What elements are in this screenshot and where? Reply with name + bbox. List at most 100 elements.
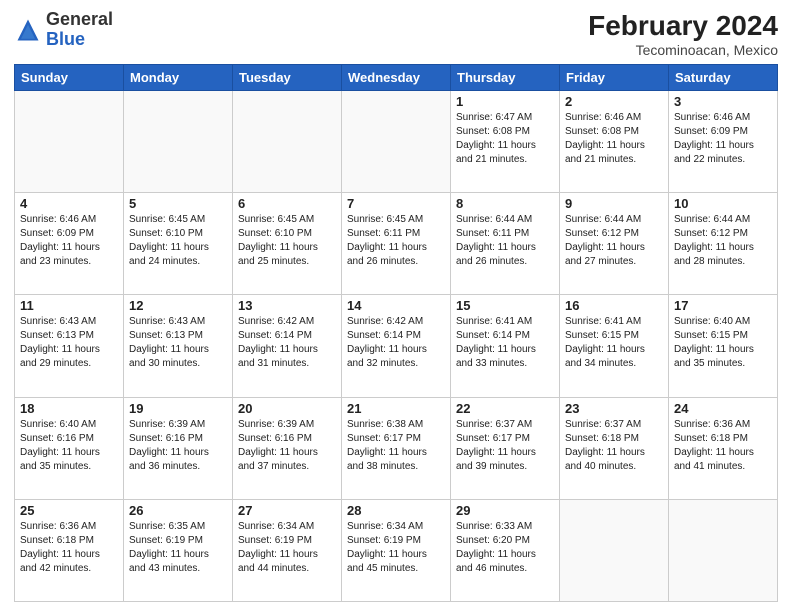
- day-number: 22: [456, 401, 554, 416]
- calendar-title: February 2024: [588, 10, 778, 42]
- day-cell: 19 Sunrise: 6:39 AMSunset: 6:16 PMDayligh…: [124, 397, 233, 499]
- day-cell: 28 Sunrise: 6:34 AMSunset: 6:19 PMDayligh…: [342, 499, 451, 601]
- day-info: Sunrise: 6:36 AMSunset: 6:18 PMDaylight:…: [20, 520, 118, 576]
- day-cell: 20 Sunrise: 6:39 AMSunset: 6:16 PMDayligh…: [233, 397, 342, 499]
- day-info: Sunrise: 6:40 AMSunset: 6:16 PMDaylight:…: [20, 418, 118, 474]
- day-cell: [560, 499, 669, 601]
- day-info: Sunrise: 6:33 AMSunset: 6:20 PMDaylight:…: [456, 520, 554, 576]
- day-info: Sunrise: 6:44 AMSunset: 6:12 PMDaylight:…: [674, 213, 772, 269]
- day-number: 20: [238, 401, 336, 416]
- day-cell: 23 Sunrise: 6:37 AMSunset: 6:18 PMDayligh…: [560, 397, 669, 499]
- day-cell: 24 Sunrise: 6:36 AMSunset: 6:18 PMDayligh…: [669, 397, 778, 499]
- col-header-sunday: Sunday: [15, 65, 124, 91]
- day-info: Sunrise: 6:35 AMSunset: 6:19 PMDaylight:…: [129, 520, 227, 576]
- day-cell: 7Sunrise: 6:45 AMSunset: 6:11 PMDaylight…: [342, 193, 451, 295]
- day-number: 27: [238, 503, 336, 518]
- day-info: Sunrise: 6:34 AMSunset: 6:19 PMDaylight:…: [347, 520, 445, 576]
- day-cell: 17 Sunrise: 6:40 AMSunset: 6:15 PMDayligh…: [669, 295, 778, 397]
- day-number: 17: [674, 298, 772, 313]
- day-cell: 15 Sunrise: 6:41 AMSunset: 6:14 PMDayligh…: [451, 295, 560, 397]
- day-info: Sunrise: 6:46 AMSunset: 6:09 PMDaylight:…: [674, 111, 772, 167]
- day-info: Sunrise: 6:43 AMSunset: 6:13 PMDaylight:…: [129, 315, 227, 371]
- day-cell: 12 Sunrise: 6:43 AMSunset: 6:13 PMDayligh…: [124, 295, 233, 397]
- day-cell: 22 Sunrise: 6:37 AMSunset: 6:17 PMDayligh…: [451, 397, 560, 499]
- day-cell: 4 Sunrise: 6:46 AMSunset: 6:09 PMDaylight…: [15, 193, 124, 295]
- day-number: 23: [565, 401, 663, 416]
- day-cell: 27Sunrise: 6:34 AMSunset: 6:19 PMDayligh…: [233, 499, 342, 601]
- day-cell: 26 Sunrise: 6:35 AMSunset: 6:19 PMDayligh…: [124, 499, 233, 601]
- day-number: 21: [347, 401, 445, 416]
- logo-blue-text: Blue: [46, 29, 85, 49]
- day-cell: 10 Sunrise: 6:44 AMSunset: 6:12 PMDayligh…: [669, 193, 778, 295]
- logo-text: General Blue: [46, 10, 113, 50]
- day-cell: 5Sunrise: 6:45 AMSunset: 6:10 PMDaylight…: [124, 193, 233, 295]
- day-info: Sunrise: 6:39 AMSunset: 6:16 PMDaylight:…: [238, 418, 336, 474]
- day-number: 14: [347, 298, 445, 313]
- col-header-friday: Friday: [560, 65, 669, 91]
- day-number: 19: [129, 401, 227, 416]
- calendar-table: SundayMondayTuesdayWednesdayThursdayFrid…: [14, 64, 778, 602]
- day-number: 4: [20, 196, 118, 211]
- day-info: Sunrise: 6:36 AMSunset: 6:18 PMDaylight:…: [674, 418, 772, 474]
- day-cell: 25 Sunrise: 6:36 AMSunset: 6:18 PMDayligh…: [15, 499, 124, 601]
- day-cell: 9Sunrise: 6:44 AMSunset: 6:12 PMDaylight…: [560, 193, 669, 295]
- day-info: Sunrise: 6:45 AMSunset: 6:10 PMDaylight:…: [129, 213, 227, 269]
- day-number: 1: [456, 94, 554, 109]
- day-number: 9: [565, 196, 663, 211]
- day-number: 6: [238, 196, 336, 211]
- day-info: Sunrise: 6:46 AMSunset: 6:08 PMDaylight:…: [565, 111, 663, 167]
- title-block: February 2024 Tecominoacan, Mexico: [588, 10, 778, 58]
- day-info: Sunrise: 6:38 AMSunset: 6:17 PMDaylight:…: [347, 418, 445, 474]
- day-cell: 29 Sunrise: 6:33 AMSunset: 6:20 PMDayligh…: [451, 499, 560, 601]
- day-info: Sunrise: 6:47 AMSunset: 6:08 PMDaylight:…: [456, 111, 554, 167]
- day-info: Sunrise: 6:41 AMSunset: 6:15 PMDaylight:…: [565, 315, 663, 371]
- day-cell: [15, 91, 124, 193]
- day-info: Sunrise: 6:46 AMSunset: 6:09 PMDaylight:…: [20, 213, 118, 269]
- day-cell: 8 Sunrise: 6:44 AMSunset: 6:11 PMDaylight…: [451, 193, 560, 295]
- day-number: 2: [565, 94, 663, 109]
- week-row-2: 11Sunrise: 6:43 AMSunset: 6:13 PMDayligh…: [15, 295, 778, 397]
- day-number: 15: [456, 298, 554, 313]
- col-header-saturday: Saturday: [669, 65, 778, 91]
- logo: General Blue: [14, 10, 113, 50]
- day-info: Sunrise: 6:37 AMSunset: 6:17 PMDaylight:…: [456, 418, 554, 474]
- col-header-tuesday: Tuesday: [233, 65, 342, 91]
- day-number: 12: [129, 298, 227, 313]
- day-info: Sunrise: 6:42 AMSunset: 6:14 PMDaylight:…: [238, 315, 336, 371]
- day-cell: 21 Sunrise: 6:38 AMSunset: 6:17 PMDayligh…: [342, 397, 451, 499]
- day-info: Sunrise: 6:44 AMSunset: 6:11 PMDaylight:…: [456, 213, 554, 269]
- day-info: Sunrise: 6:40 AMSunset: 6:15 PMDaylight:…: [674, 315, 772, 371]
- day-cell: 11Sunrise: 6:43 AMSunset: 6:13 PMDayligh…: [15, 295, 124, 397]
- week-row-0: 1 Sunrise: 6:47 AMSunset: 6:08 PMDaylight…: [15, 91, 778, 193]
- day-number: 24: [674, 401, 772, 416]
- day-number: 25: [20, 503, 118, 518]
- col-header-wednesday: Wednesday: [342, 65, 451, 91]
- day-cell: 2 Sunrise: 6:46 AMSunset: 6:08 PMDaylight…: [560, 91, 669, 193]
- day-info: Sunrise: 6:43 AMSunset: 6:13 PMDaylight:…: [20, 315, 118, 371]
- day-cell: [669, 499, 778, 601]
- day-info: Sunrise: 6:41 AMSunset: 6:14 PMDaylight:…: [456, 315, 554, 371]
- calendar-header-row: SundayMondayTuesdayWednesdayThursdayFrid…: [15, 65, 778, 91]
- day-number: 28: [347, 503, 445, 518]
- day-cell: 13Sunrise: 6:42 AMSunset: 6:14 PMDayligh…: [233, 295, 342, 397]
- day-info: Sunrise: 6:39 AMSunset: 6:16 PMDaylight:…: [129, 418, 227, 474]
- week-row-3: 18Sunrise: 6:40 AMSunset: 6:16 PMDayligh…: [15, 397, 778, 499]
- page: General Blue February 2024 Tecominoacan,…: [0, 0, 792, 612]
- day-number: 26: [129, 503, 227, 518]
- day-cell: 6 Sunrise: 6:45 AMSunset: 6:10 PMDaylight…: [233, 193, 342, 295]
- calendar-location: Tecominoacan, Mexico: [588, 42, 778, 58]
- week-row-1: 4 Sunrise: 6:46 AMSunset: 6:09 PMDaylight…: [15, 193, 778, 295]
- day-info: Sunrise: 6:37 AMSunset: 6:18 PMDaylight:…: [565, 418, 663, 474]
- day-number: 16: [565, 298, 663, 313]
- day-number: 7: [347, 196, 445, 211]
- day-cell: [233, 91, 342, 193]
- logo-icon: [14, 16, 42, 44]
- day-number: 8: [456, 196, 554, 211]
- day-number: 10: [674, 196, 772, 211]
- logo-general-text: General: [46, 9, 113, 29]
- col-header-thursday: Thursday: [451, 65, 560, 91]
- day-cell: 16 Sunrise: 6:41 AMSunset: 6:15 PMDayligh…: [560, 295, 669, 397]
- day-info: Sunrise: 6:45 AMSunset: 6:10 PMDaylight:…: [238, 213, 336, 269]
- day-cell: 1 Sunrise: 6:47 AMSunset: 6:08 PMDaylight…: [451, 91, 560, 193]
- day-number: 29: [456, 503, 554, 518]
